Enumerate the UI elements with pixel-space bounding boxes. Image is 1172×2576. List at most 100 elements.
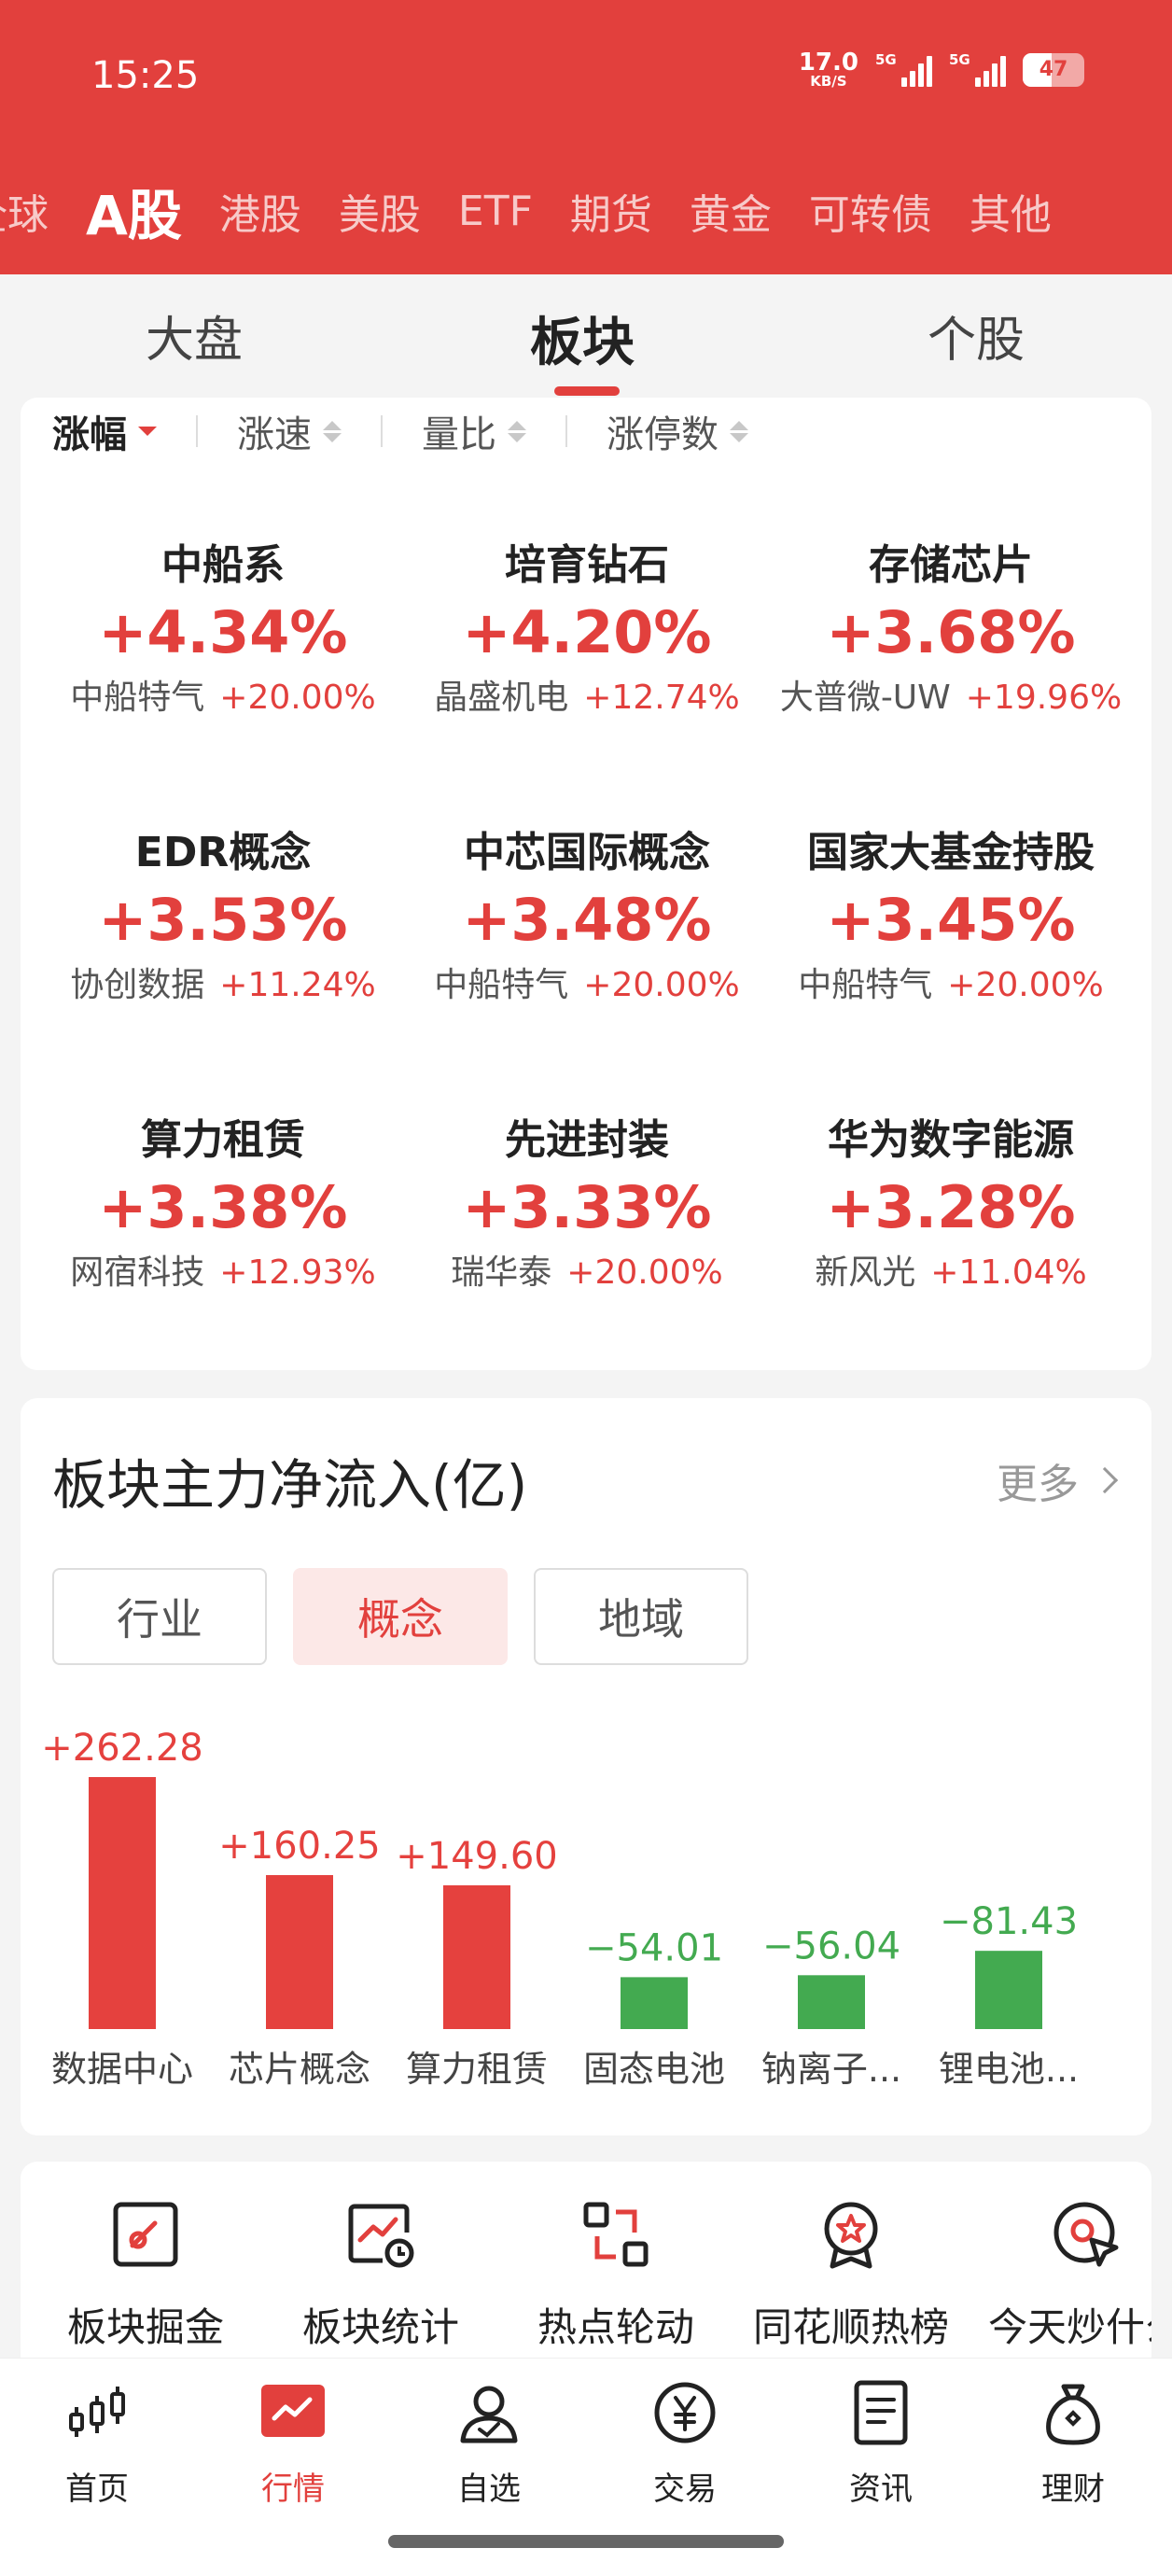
net-speed: 17.0 KB/S xyxy=(799,50,858,89)
sort-by-change[interactable]: 涨幅 xyxy=(52,404,157,458)
sector-change: +3.68% xyxy=(826,598,1076,666)
nav-trade[interactable]: 交易 xyxy=(620,2379,750,2509)
leading-stock-change: +19.96% xyxy=(965,679,1123,717)
sector-change: +3.45% xyxy=(826,886,1076,954)
nav-label: 行情 xyxy=(261,2471,325,2508)
bar-value-label: +160.25 xyxy=(218,1825,380,1868)
sector-cell[interactable]: EDR概念 +3.53% 协创数据 +11.24% xyxy=(41,825,405,1012)
segment-concept[interactable]: 概念 xyxy=(293,1568,508,1665)
rotation-icon xyxy=(583,2202,649,2267)
leading-stock-name: 大普微-UW xyxy=(779,679,951,717)
tab-hk-stocks[interactable]: 港股 xyxy=(219,181,301,241)
leading-stock-change: +11.04% xyxy=(930,1253,1087,1292)
sector-name: EDR概念 xyxy=(134,829,312,876)
battery-level: 47 xyxy=(1039,58,1068,81)
sector-cell[interactable]: 培育钻石 +4.20% 晶盛机电 +12.74% xyxy=(405,538,769,724)
sort-by-speed[interactable]: 涨速 xyxy=(237,404,342,458)
sort-label: 涨幅 xyxy=(52,413,127,456)
tab-gold[interactable]: 黄金 xyxy=(690,181,772,241)
nav-home[interactable]: 首页 xyxy=(32,2379,162,2509)
nav-wealth[interactable]: 理财 xyxy=(1008,2379,1138,2509)
nav-watchlist[interactable]: 自选 xyxy=(424,2379,554,2509)
tool-label: 热点轮动 xyxy=(537,2304,694,2350)
tab-etf[interactable]: ETF xyxy=(458,188,533,235)
leading-stock: 中船特气 +20.00% xyxy=(769,959,1133,1012)
user-icon xyxy=(460,2386,518,2443)
battery-icon: 47 xyxy=(1023,52,1084,87)
bar-category-label: 锂电池... xyxy=(939,2049,1079,2090)
tool-sector-stats[interactable]: 板块统计 xyxy=(263,2199,498,2353)
sector-cell[interactable]: 中芯国际概念 +3.48% 中船特气 +20.00% xyxy=(405,825,769,1012)
tab-us-stocks[interactable]: 美股 xyxy=(339,181,421,241)
divider xyxy=(381,415,383,447)
sector-cell[interactable]: 国家大基金持股 +3.45% 中船特气 +20.00% xyxy=(769,825,1133,1012)
sector-change: +4.20% xyxy=(462,598,712,666)
leading-stock: 协创数据 +11.24% xyxy=(41,959,405,1012)
tool-sector-mining[interactable]: 板块掘金 xyxy=(28,2199,263,2353)
home-indicator[interactable] xyxy=(388,2535,784,2548)
net-speed-unit: KB/S xyxy=(810,73,847,90)
bar-value-label: +262.28 xyxy=(41,1727,202,1770)
tool-label: 板块掘金 xyxy=(66,2304,224,2350)
section-title: 板块主力净流入(亿) xyxy=(52,1453,528,1517)
tools-row: 板块掘金 板块统计 热点轮动 同花顺热榜 今天炒什 xyxy=(21,2162,1151,2358)
sector-name: 中芯国际概念 xyxy=(464,829,710,876)
more-link[interactable]: 更多 xyxy=(997,1450,1119,1510)
sort-by-volume-ratio[interactable]: 量比 xyxy=(422,404,526,458)
bar xyxy=(975,1951,1042,2029)
bar xyxy=(798,1975,865,2029)
tool-today-trade[interactable]: 今天炒什么 xyxy=(969,2199,1151,2353)
sector-name: 中船系 xyxy=(161,541,285,589)
sector-cell[interactable]: 算力租赁 +3.38% 网宿科技 +12.93% xyxy=(41,1113,405,1299)
status-time: 15:25 xyxy=(91,54,200,97)
document-icon xyxy=(854,2380,908,2445)
leading-stock-name: 中船特气 xyxy=(70,679,205,717)
tab-global[interactable]: 全球 xyxy=(0,181,49,241)
sector-change: +3.53% xyxy=(98,886,348,954)
tab-other[interactable]: 其他 xyxy=(970,181,1052,241)
sort-by-limit-up-count[interactable]: 涨停数 xyxy=(607,404,748,458)
leading-stock-change: +20.00% xyxy=(566,1253,723,1292)
sector-mining-icon xyxy=(113,2202,178,2267)
bar-category-label: 固态电池 xyxy=(583,2049,725,2090)
chevron-right-icon xyxy=(1091,1466,1119,1494)
tab-sectors[interactable]: 板块 xyxy=(530,301,635,376)
bar xyxy=(621,1977,688,2029)
tab-overall-market[interactable]: 大盘 xyxy=(146,301,243,371)
leading-stock-change: +20.00% xyxy=(583,966,740,1004)
leading-stock-change: +12.74% xyxy=(583,679,740,717)
sector-name: 存储芯片 xyxy=(869,541,1033,589)
tool-label: 今天炒什么 xyxy=(987,2304,1151,2350)
money-bag-icon xyxy=(1046,2384,1100,2445)
yuan-coin-icon xyxy=(654,2382,716,2443)
leading-stock-name: 瑞华泰 xyxy=(451,1253,552,1292)
tool-hot-rotation[interactable]: 热点轮动 xyxy=(498,2199,733,2353)
tab-individual-stocks[interactable]: 个股 xyxy=(928,301,1025,371)
bar-value-label: −81.43 xyxy=(940,1900,1078,1943)
nav-market[interactable]: 行情 xyxy=(228,2379,358,2509)
net-speed-value: 17.0 xyxy=(798,49,858,77)
segment-region[interactable]: 地域 xyxy=(534,1568,748,1665)
nav-news[interactable]: 资讯 xyxy=(816,2379,946,2509)
sector-cell[interactable]: 存储芯片 +3.68% 大普微-UW +19.96% xyxy=(769,538,1133,724)
candlestick-icon xyxy=(69,2387,125,2437)
bar xyxy=(89,1777,156,2029)
sector-name: 华为数字能源 xyxy=(828,1116,1074,1164)
market-tabs: 全球 A股 港股 美股 ETF 期货 黄金 可转债 其他 xyxy=(0,174,1089,248)
tab-a-shares[interactable]: A股 xyxy=(86,172,182,250)
sector-cell[interactable]: 中船系 +4.34% 中船特气 +20.00% xyxy=(41,538,405,724)
nav-label: 交易 xyxy=(653,2471,717,2508)
market-chart-icon xyxy=(261,2385,325,2437)
leading-stock-change: +11.24% xyxy=(219,966,376,1004)
tab-convertible-bonds[interactable]: 可转债 xyxy=(809,181,932,241)
sector-cell[interactable]: 先进封装 +3.33% 瑞华泰 +20.00% xyxy=(405,1113,769,1299)
sector-name: 国家大基金持股 xyxy=(807,829,1095,876)
tab-futures[interactable]: 期货 xyxy=(570,181,652,241)
tool-label: 板块统计 xyxy=(301,2304,459,2350)
top-header: 15:25 17.0 KB/S 5G 5G 47 全球 A股 港股 美股 ETF… xyxy=(0,0,1172,274)
nav-label: 首页 xyxy=(65,2471,129,2508)
tool-hot-list[interactable]: 同花顺热榜 xyxy=(733,2199,969,2353)
sector-cell[interactable]: 华为数字能源 +3.28% 新风光 +11.04% xyxy=(769,1113,1133,1299)
segment-industry[interactable]: 行业 xyxy=(52,1568,267,1665)
sector-name: 培育钻石 xyxy=(505,541,669,589)
